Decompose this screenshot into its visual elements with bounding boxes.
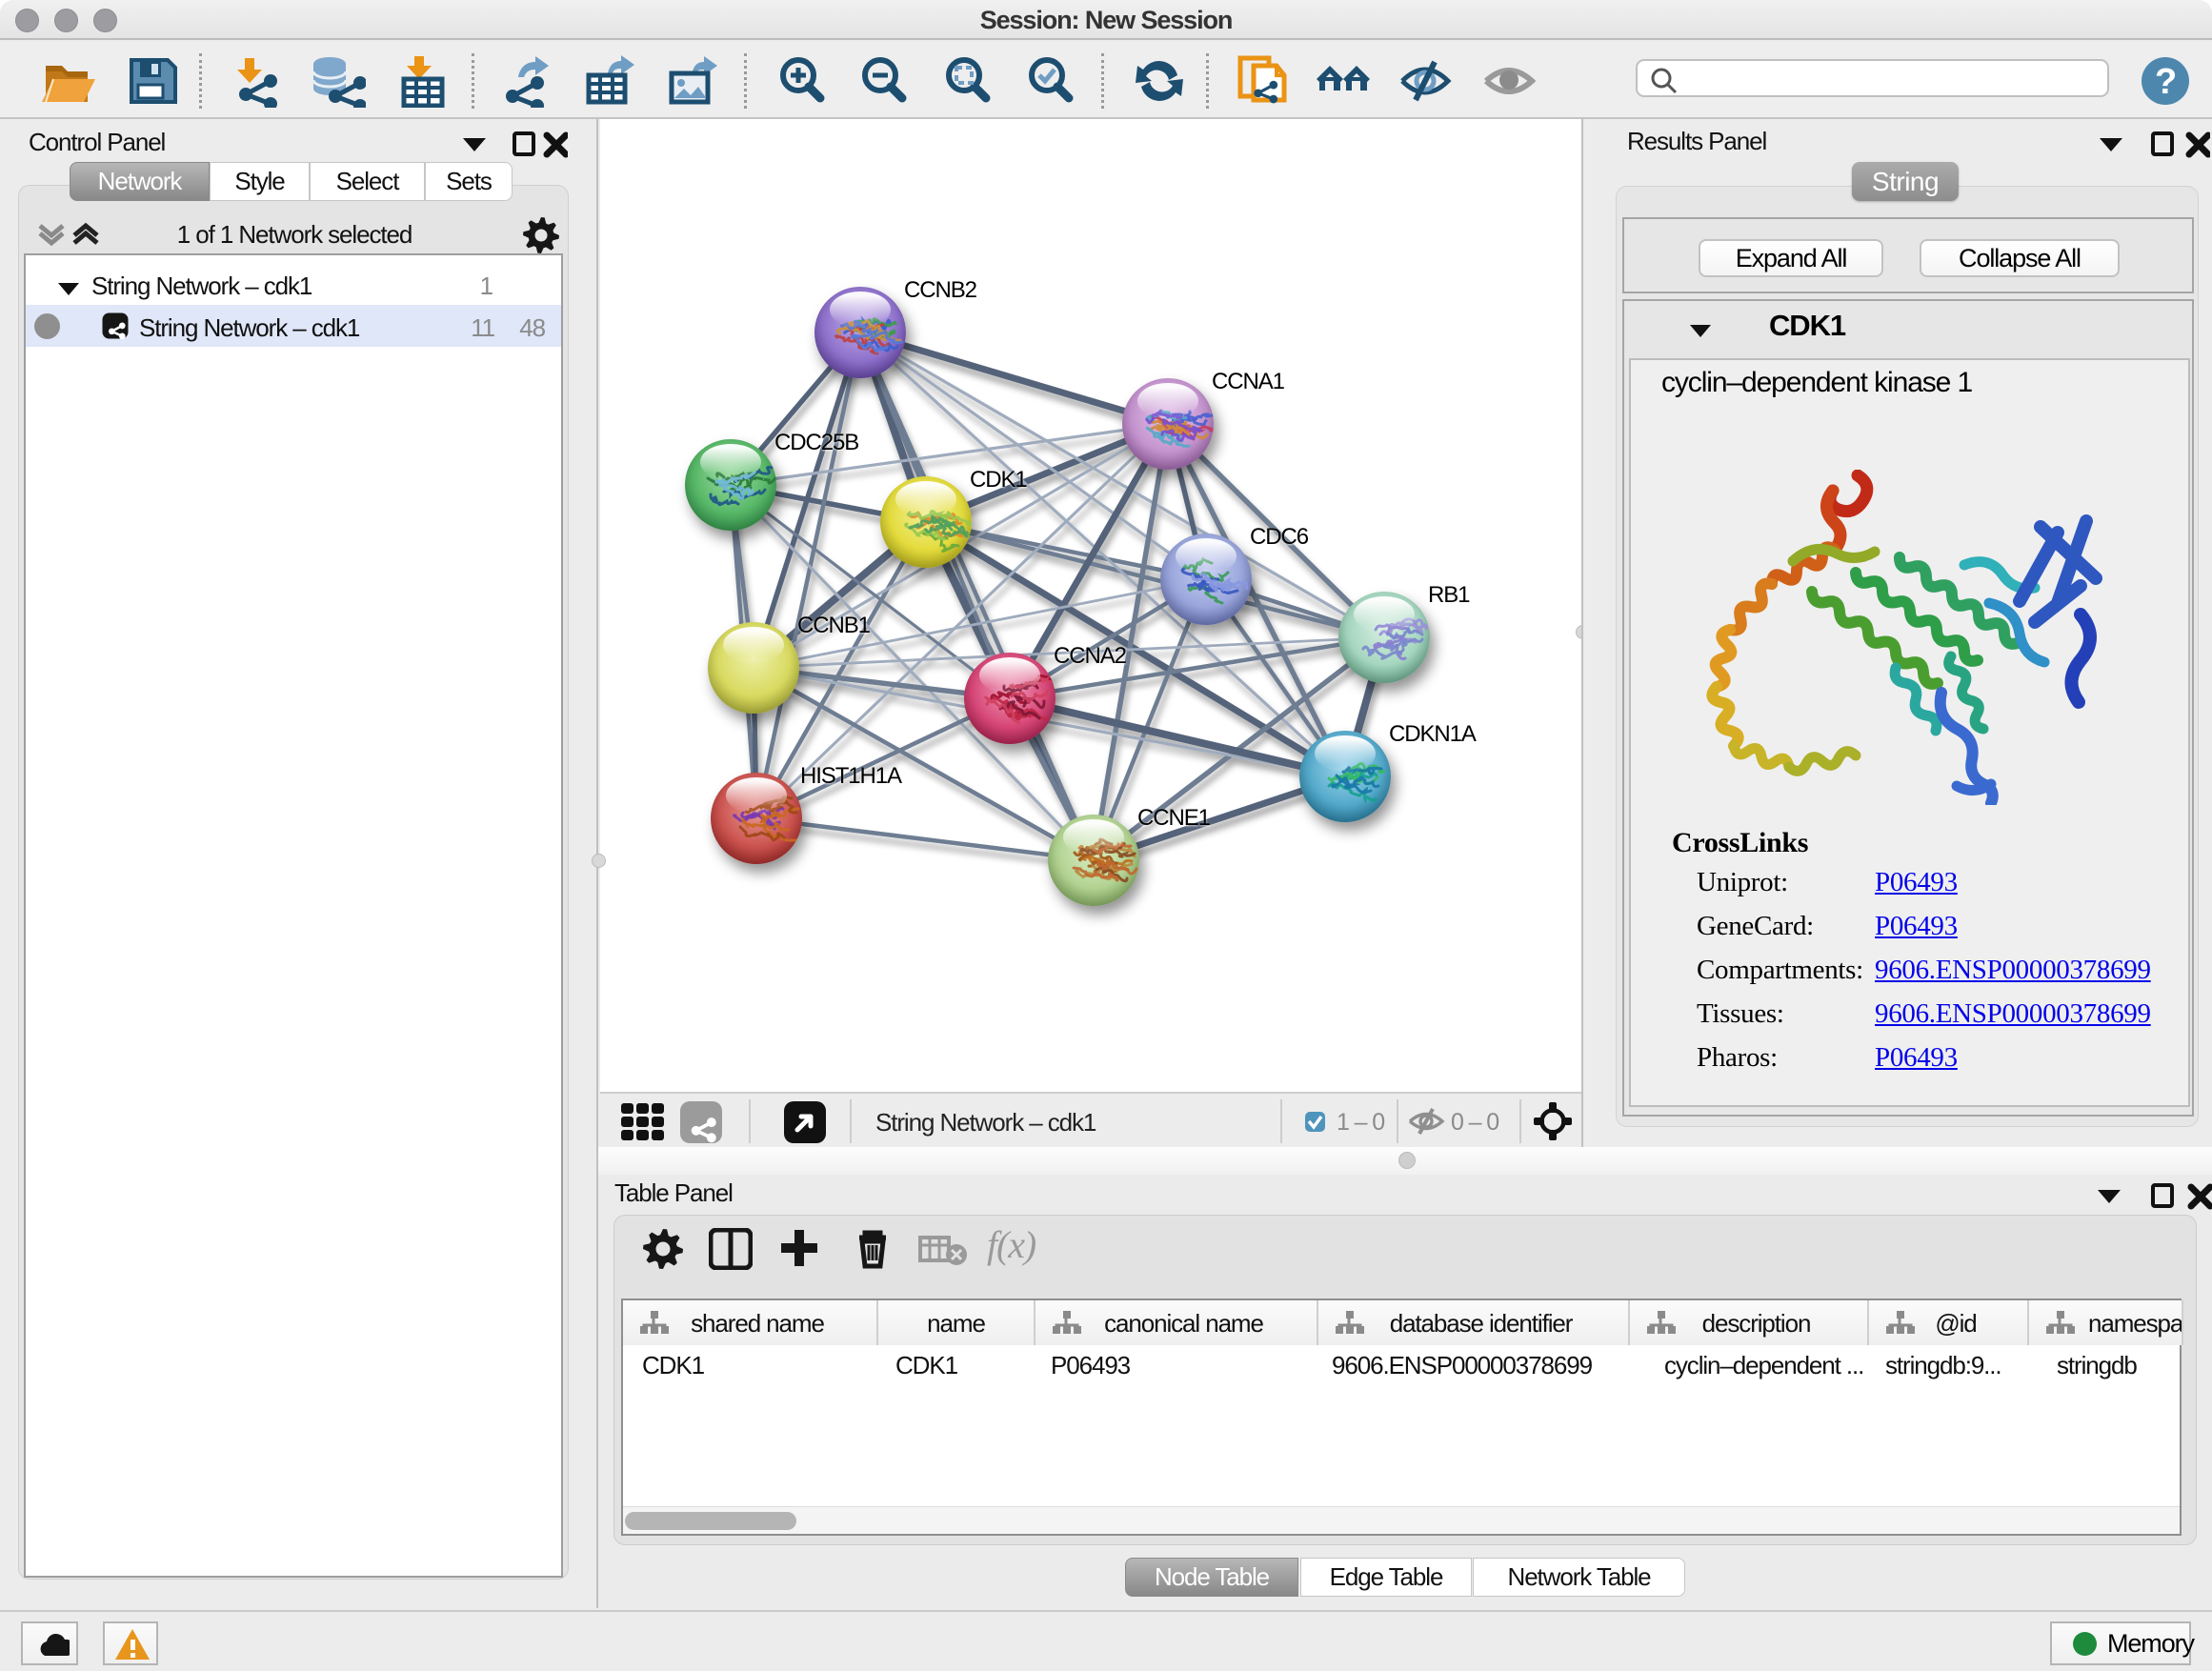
svg-text:?: ?	[2155, 62, 2176, 102]
